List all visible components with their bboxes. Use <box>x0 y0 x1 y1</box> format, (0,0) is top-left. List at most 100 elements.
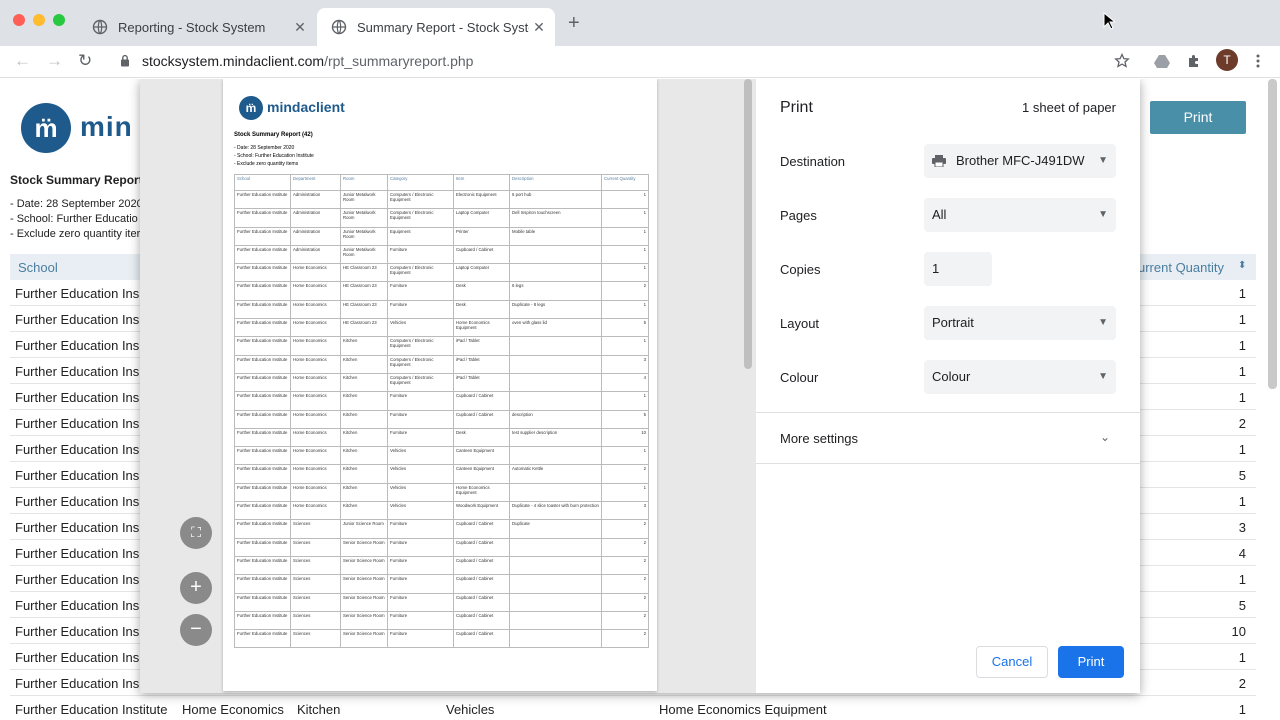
column-header-quantity[interactable]: urrent Quantity <box>1138 260 1224 275</box>
preview-logo-text: mindaclient <box>267 99 345 115</box>
preview-cell: Mobile table <box>509 226 602 246</box>
cell-quantity: 1 <box>1238 442 1246 457</box>
fit-to-page-icon[interactable]: ⛶ <box>180 517 212 549</box>
preview-cell: 3 <box>601 354 649 374</box>
close-tab-icon[interactable]: ✕ <box>290 19 310 36</box>
globe-icon <box>331 19 347 35</box>
print-button[interactable]: Print <box>1058 646 1124 678</box>
preview-cell: Cupboard / Cabinet <box>453 629 510 649</box>
preview-cell: Vehicles <box>387 482 454 503</box>
preview-row: Further Education Institute Home Economic… <box>234 464 649 484</box>
lock-icon[interactable] <box>120 54 130 67</box>
column-header-school[interactable]: School <box>18 260 58 275</box>
cell-quantity: 1 <box>1238 390 1246 405</box>
preview-cell: Home Economics <box>290 336 341 356</box>
dropdown-arrow-icon: ▼ <box>1098 371 1108 382</box>
zoom-out-icon[interactable]: − <box>180 614 212 646</box>
extensions-puzzle-icon[interactable] <box>1186 53 1202 69</box>
preview-cell: Cupboard / Cabinet <box>453 244 510 265</box>
preview-cell: Kitchen <box>340 464 388 484</box>
drive-icon[interactable] <box>1153 53 1171 69</box>
preview-cell: Further Education Institute <box>234 501 291 521</box>
address-bar[interactable]: stocksystem.mindaclient.com/rpt_summaryr… <box>142 53 473 69</box>
preview-cell: Vehicles <box>387 446 454 466</box>
preview-cell: Junior Science Room <box>340 519 388 539</box>
preview-cell: Cupboard / Cabinet <box>453 555 510 576</box>
more-settings-toggle[interactable]: More settings <box>780 431 858 446</box>
preview-cell: Vehicles <box>387 501 454 521</box>
preview-cell: Cupboard / Cabinet <box>453 519 510 539</box>
layout-select[interactable]: Portrait ▼ <box>924 306 1116 340</box>
logo-text: min <box>80 111 133 142</box>
preview-cell: 1 <box>601 482 649 503</box>
tab-summary-report[interactable]: Summary Report - Stock System ✕ <box>317 8 555 46</box>
preview-cell <box>509 629 602 649</box>
tab-title: Summary Report - Stock System <box>357 19 529 35</box>
cell-quantity: 5 <box>1238 468 1246 483</box>
preview-cell: Kitchen <box>340 482 388 503</box>
preview-cell: Sciences <box>290 537 341 557</box>
destination-select[interactable]: Brother MFC-J491DW ▼ <box>924 144 1116 178</box>
preview-cell: 3 <box>601 501 649 521</box>
sort-icon[interactable]: ⬍ <box>1238 260 1246 271</box>
copies-input[interactable]: 1 <box>924 252 992 286</box>
menu-kebab-icon[interactable] <box>1255 53 1261 69</box>
preview-cell: Kitchen <box>340 446 388 466</box>
preview-cell: 1 <box>601 263 649 283</box>
cell-school: Further Education Institute <box>15 702 168 717</box>
preview-row: Further Education Institute Sciences Junio… <box>234 519 649 539</box>
preview-cell: Home Economics <box>290 281 341 301</box>
colour-select[interactable]: Colour ▼ <box>924 360 1116 394</box>
preview-cell: Furniture <box>387 592 454 612</box>
reload-icon[interactable]: ↻ <box>78 51 92 71</box>
pages-select[interactable]: All ▼ <box>924 198 1116 232</box>
preview-meta: - Date: 28 September 2020 - School: Furt… <box>234 144 314 168</box>
close-tab-icon[interactable]: ✕ <box>529 19 549 36</box>
preview-cell: 6 legs <box>509 281 602 301</box>
bookmark-star-icon[interactable] <box>1114 53 1130 69</box>
zoom-in-icon[interactable]: + <box>180 572 212 604</box>
preview-cell: Duplicate - 4 slice toaster with burn pr… <box>509 501 602 521</box>
close-window-button[interactable] <box>13 14 25 26</box>
preview-cell: Further Education Institute <box>234 610 291 631</box>
preview-cell: Further Education Institute <box>234 244 291 265</box>
cell-department: Home Economics <box>182 702 284 717</box>
preview-row: Further Education Institute Administratio… <box>234 208 649 228</box>
preview-cell: Kitchen <box>340 409 388 429</box>
profile-avatar[interactable]: T <box>1216 49 1238 71</box>
new-tab-icon[interactable]: + <box>568 12 580 35</box>
forward-arrow-icon[interactable]: → <box>46 51 63 71</box>
tab-reporting[interactable]: Reporting - Stock System ✕ <box>78 8 316 46</box>
copies-label: Copies <box>780 262 821 277</box>
page-print-button[interactable]: Print <box>1150 101 1246 134</box>
cell-quantity: 1 <box>1238 650 1246 665</box>
cell-school: Further Education Ins <box>15 312 140 327</box>
preview-cell: Desk <box>453 281 510 301</box>
preview-cell: Duplicate - 8 legs <box>509 299 602 320</box>
preview-row: Further Education Institute Home Economic… <box>234 482 649 503</box>
cancel-button[interactable]: Cancel <box>976 646 1048 678</box>
preview-cell: Further Education Institute <box>234 592 291 612</box>
preview-cell: Duplicate <box>509 519 602 539</box>
preview-row: Further Education Institute Administratio… <box>234 226 649 246</box>
preview-cell: Home Economics <box>290 318 341 338</box>
preview-column-header: Room <box>340 174 388 191</box>
preview-cell: Furniture <box>387 555 454 576</box>
preview-column-header: Department <box>290 174 341 191</box>
print-settings-panel: Print 1 sheet of paper Destination Broth… <box>756 79 1140 693</box>
maximize-window-button[interactable] <box>53 14 65 26</box>
page-scrollbar[interactable] <box>1268 79 1277 389</box>
preview-cell: Computers / Electronic Equipment <box>387 189 454 210</box>
preview-cell: 1 <box>601 336 649 356</box>
minimize-window-button[interactable] <box>33 14 45 26</box>
preview-scrollbar[interactable] <box>744 79 752 369</box>
preview-cell: Further Education Institute <box>234 336 291 356</box>
cell-school: Further Education Ins <box>15 572 140 587</box>
back-arrow-icon[interactable]: ← <box>14 51 31 71</box>
preview-table: School Department Room Category Item Descript… <box>234 174 649 649</box>
preview-cell: Computers / Electronic Equipment <box>387 372 454 393</box>
preview-cell: Junior Metalwork Room <box>340 208 388 228</box>
preview-cell: 1 <box>601 299 649 320</box>
preview-row: Further Education Institute Home Economic… <box>234 336 649 356</box>
chevron-down-icon[interactable]: ⌄ <box>1100 430 1110 444</box>
